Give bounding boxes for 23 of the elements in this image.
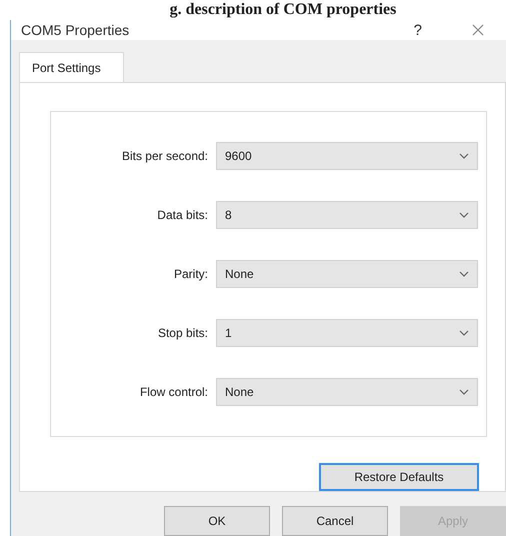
help-button[interactable]: ? bbox=[414, 22, 422, 38]
chevron-icon bbox=[459, 389, 469, 396]
field-label: Parity: bbox=[172, 266, 209, 281]
chevron-icon bbox=[459, 330, 469, 336]
figure-caption: g. description of COM properties bbox=[168, 0, 398, 20]
field-label: Stop bits: bbox=[156, 326, 209, 340]
dropdown[interactable]: None bbox=[216, 378, 478, 406]
field-label: Data bits: bbox=[156, 208, 209, 222]
tab[interactable]: Port Settings bbox=[19, 52, 124, 82]
dropdown[interactable]: 1 bbox=[216, 319, 478, 348]
chevron-icon bbox=[459, 152, 469, 159]
field-label: Bits per second: bbox=[120, 148, 209, 163]
dropdown[interactable]: 9600 bbox=[216, 142, 478, 170]
window-title: COM5 Properties bbox=[21, 22, 130, 38]
close-icon[interactable] bbox=[472, 24, 484, 36]
dropdown[interactable]: 8 bbox=[216, 200, 478, 229]
dropdown[interactable]: None bbox=[216, 260, 478, 288]
chevron-icon bbox=[459, 270, 469, 277]
restore-defaults-button[interactable]: Restore Defaults bbox=[319, 463, 479, 491]
dialog-button[interactable]: Cancel bbox=[282, 506, 388, 536]
dialog-button[interactable]: OK bbox=[164, 506, 270, 536]
chevron-icon bbox=[459, 212, 469, 218]
field-label: Flow control: bbox=[138, 385, 209, 400]
